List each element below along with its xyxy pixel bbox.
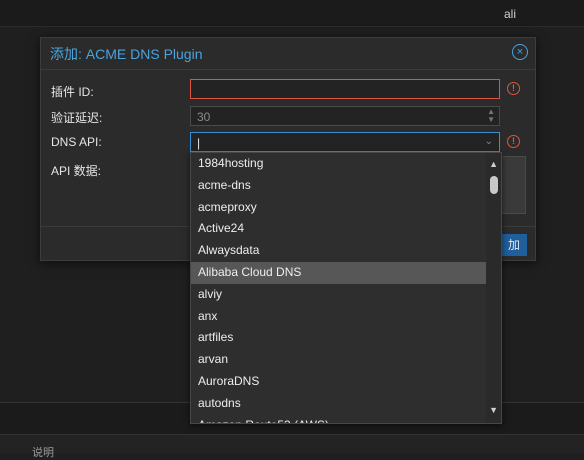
chevron-down-icon[interactable]: ⌄ <box>485 136 493 147</box>
dns-api-combobox[interactable]: | ⌄ <box>190 132 500 152</box>
scroll-down-icon[interactable]: ▼ <box>489 405 498 415</box>
spinner-arrows-icon[interactable]: ▲ ▼ <box>487 108 495 124</box>
plugin-id-input[interactable] <box>190 79 500 99</box>
background-toolbar: ali <box>0 0 584 27</box>
dropdown-item[interactable]: AuroraDNS <box>191 371 486 393</box>
dns-api-label: DNS API: <box>51 135 102 149</box>
plugin-id-label: 插件 ID: <box>51 85 94 99</box>
background-bottom-text: 说明 <box>32 447 54 459</box>
validation-delay-label: 验证延迟: <box>51 111 103 125</box>
dropdown-item[interactable]: alviy <box>191 284 486 306</box>
dropdown-items: 1984hosting acme-dns acmeproxy Active24 Alwa… <box>191 153 486 423</box>
dropdown-item[interactable]: acmeproxy <box>191 197 486 219</box>
plugin-id-error-icon: ! <box>507 82 520 95</box>
background-bottom-bar <box>0 434 584 453</box>
scroll-up-icon[interactable]: ▲ <box>489 159 498 169</box>
dialog-title: 添加: ACME DNS Plugin <box>50 46 203 62</box>
dropdown-item[interactable]: 1984hosting <box>191 153 486 175</box>
background-toolbar-text: ali <box>503 7 516 21</box>
scrollbar-thumb[interactable] <box>490 176 498 194</box>
validation-delay-value: 30 <box>197 110 211 124</box>
dialog-header: 添加: ACME DNS Plugin × <box>41 38 535 70</box>
dropdown-scrollbar[interactable]: ▲ ▼ <box>486 153 501 423</box>
dns-api-dropdown-list: 1984hosting acme-dns acmeproxy Active24 Alwa… <box>190 152 502 424</box>
dropdown-item[interactable]: Active24 <box>191 218 486 240</box>
add-button[interactable]: 加 <box>501 234 527 256</box>
api-data-label: API 数据: <box>51 164 102 178</box>
dropdown-item[interactable]: arvan <box>191 349 486 371</box>
dropdown-item[interactable]: artfiles <box>191 327 486 349</box>
dropdown-item[interactable]: Amazon Route53 (AWS) <box>191 415 486 423</box>
dropdown-item[interactable]: anx <box>191 306 486 328</box>
dns-api-value: | <box>197 136 201 150</box>
close-icon[interactable]: × <box>512 44 528 60</box>
dropdown-item[interactable]: Alwaysdata <box>191 240 486 262</box>
dns-api-error-icon: ! <box>507 135 520 148</box>
dropdown-item[interactable]: Alibaba Cloud DNS <box>191 261 486 284</box>
dropdown-item[interactable]: acme-dns <box>191 175 486 197</box>
dropdown-item[interactable]: autodns <box>191 393 486 415</box>
validation-delay-input[interactable]: 30 ▲ ▼ <box>190 106 500 126</box>
